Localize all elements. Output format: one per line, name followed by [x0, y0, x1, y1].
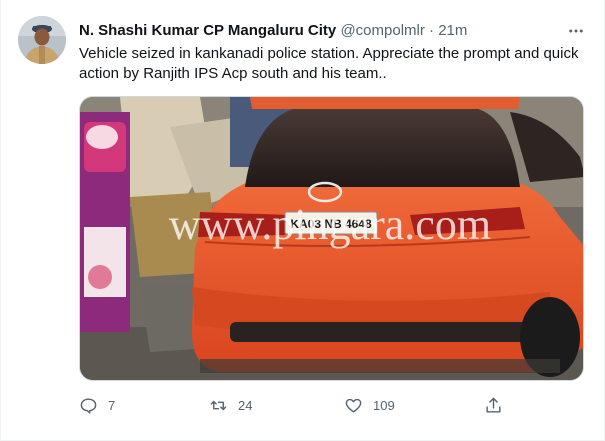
author-handle[interactable]: @compolmlr [340, 22, 424, 39]
retweet-count: 24 [238, 397, 253, 413]
reply-count: 7 [108, 397, 116, 413]
like-button[interactable]: 109 [344, 393, 395, 417]
tweet-text: Vehicle seized in kankanadi police stati… [79, 45, 579, 82]
separator-dot: · [429, 22, 435, 39]
car-photo: KA03 NB 4648 www.pingara.com [80, 97, 583, 380]
more-dots-icon[interactable] [565, 20, 587, 42]
like-count: 109 [373, 397, 395, 413]
avatar[interactable] [18, 16, 66, 64]
tweet-image[interactable]: KA03 NB 4648 www.pingara.com [79, 96, 584, 381]
tweet-header: N. Shashi Kumar CP Mangaluru City @compo… [79, 21, 564, 41]
heart-icon [345, 398, 362, 413]
reply-icon [80, 397, 97, 413]
avatar-image [18, 16, 66, 64]
retweet-button[interactable]: 24 [209, 393, 252, 417]
reply-button[interactable]: 7 [79, 393, 115, 417]
tweet-time[interactable]: 21m [438, 22, 467, 39]
retweet-icon [210, 400, 227, 410]
watermark-text: www.pingara.com [169, 200, 491, 249]
author-name[interactable]: N. Shashi Kumar CP Mangaluru City [79, 22, 336, 39]
tweet-card[interactable]: N. Shashi Kumar CP Mangaluru City @compo… [0, 0, 605, 441]
share-button[interactable] [484, 393, 513, 417]
share-icon [486, 397, 501, 413]
tweet-actions: 7 24 109 [79, 393, 509, 417]
